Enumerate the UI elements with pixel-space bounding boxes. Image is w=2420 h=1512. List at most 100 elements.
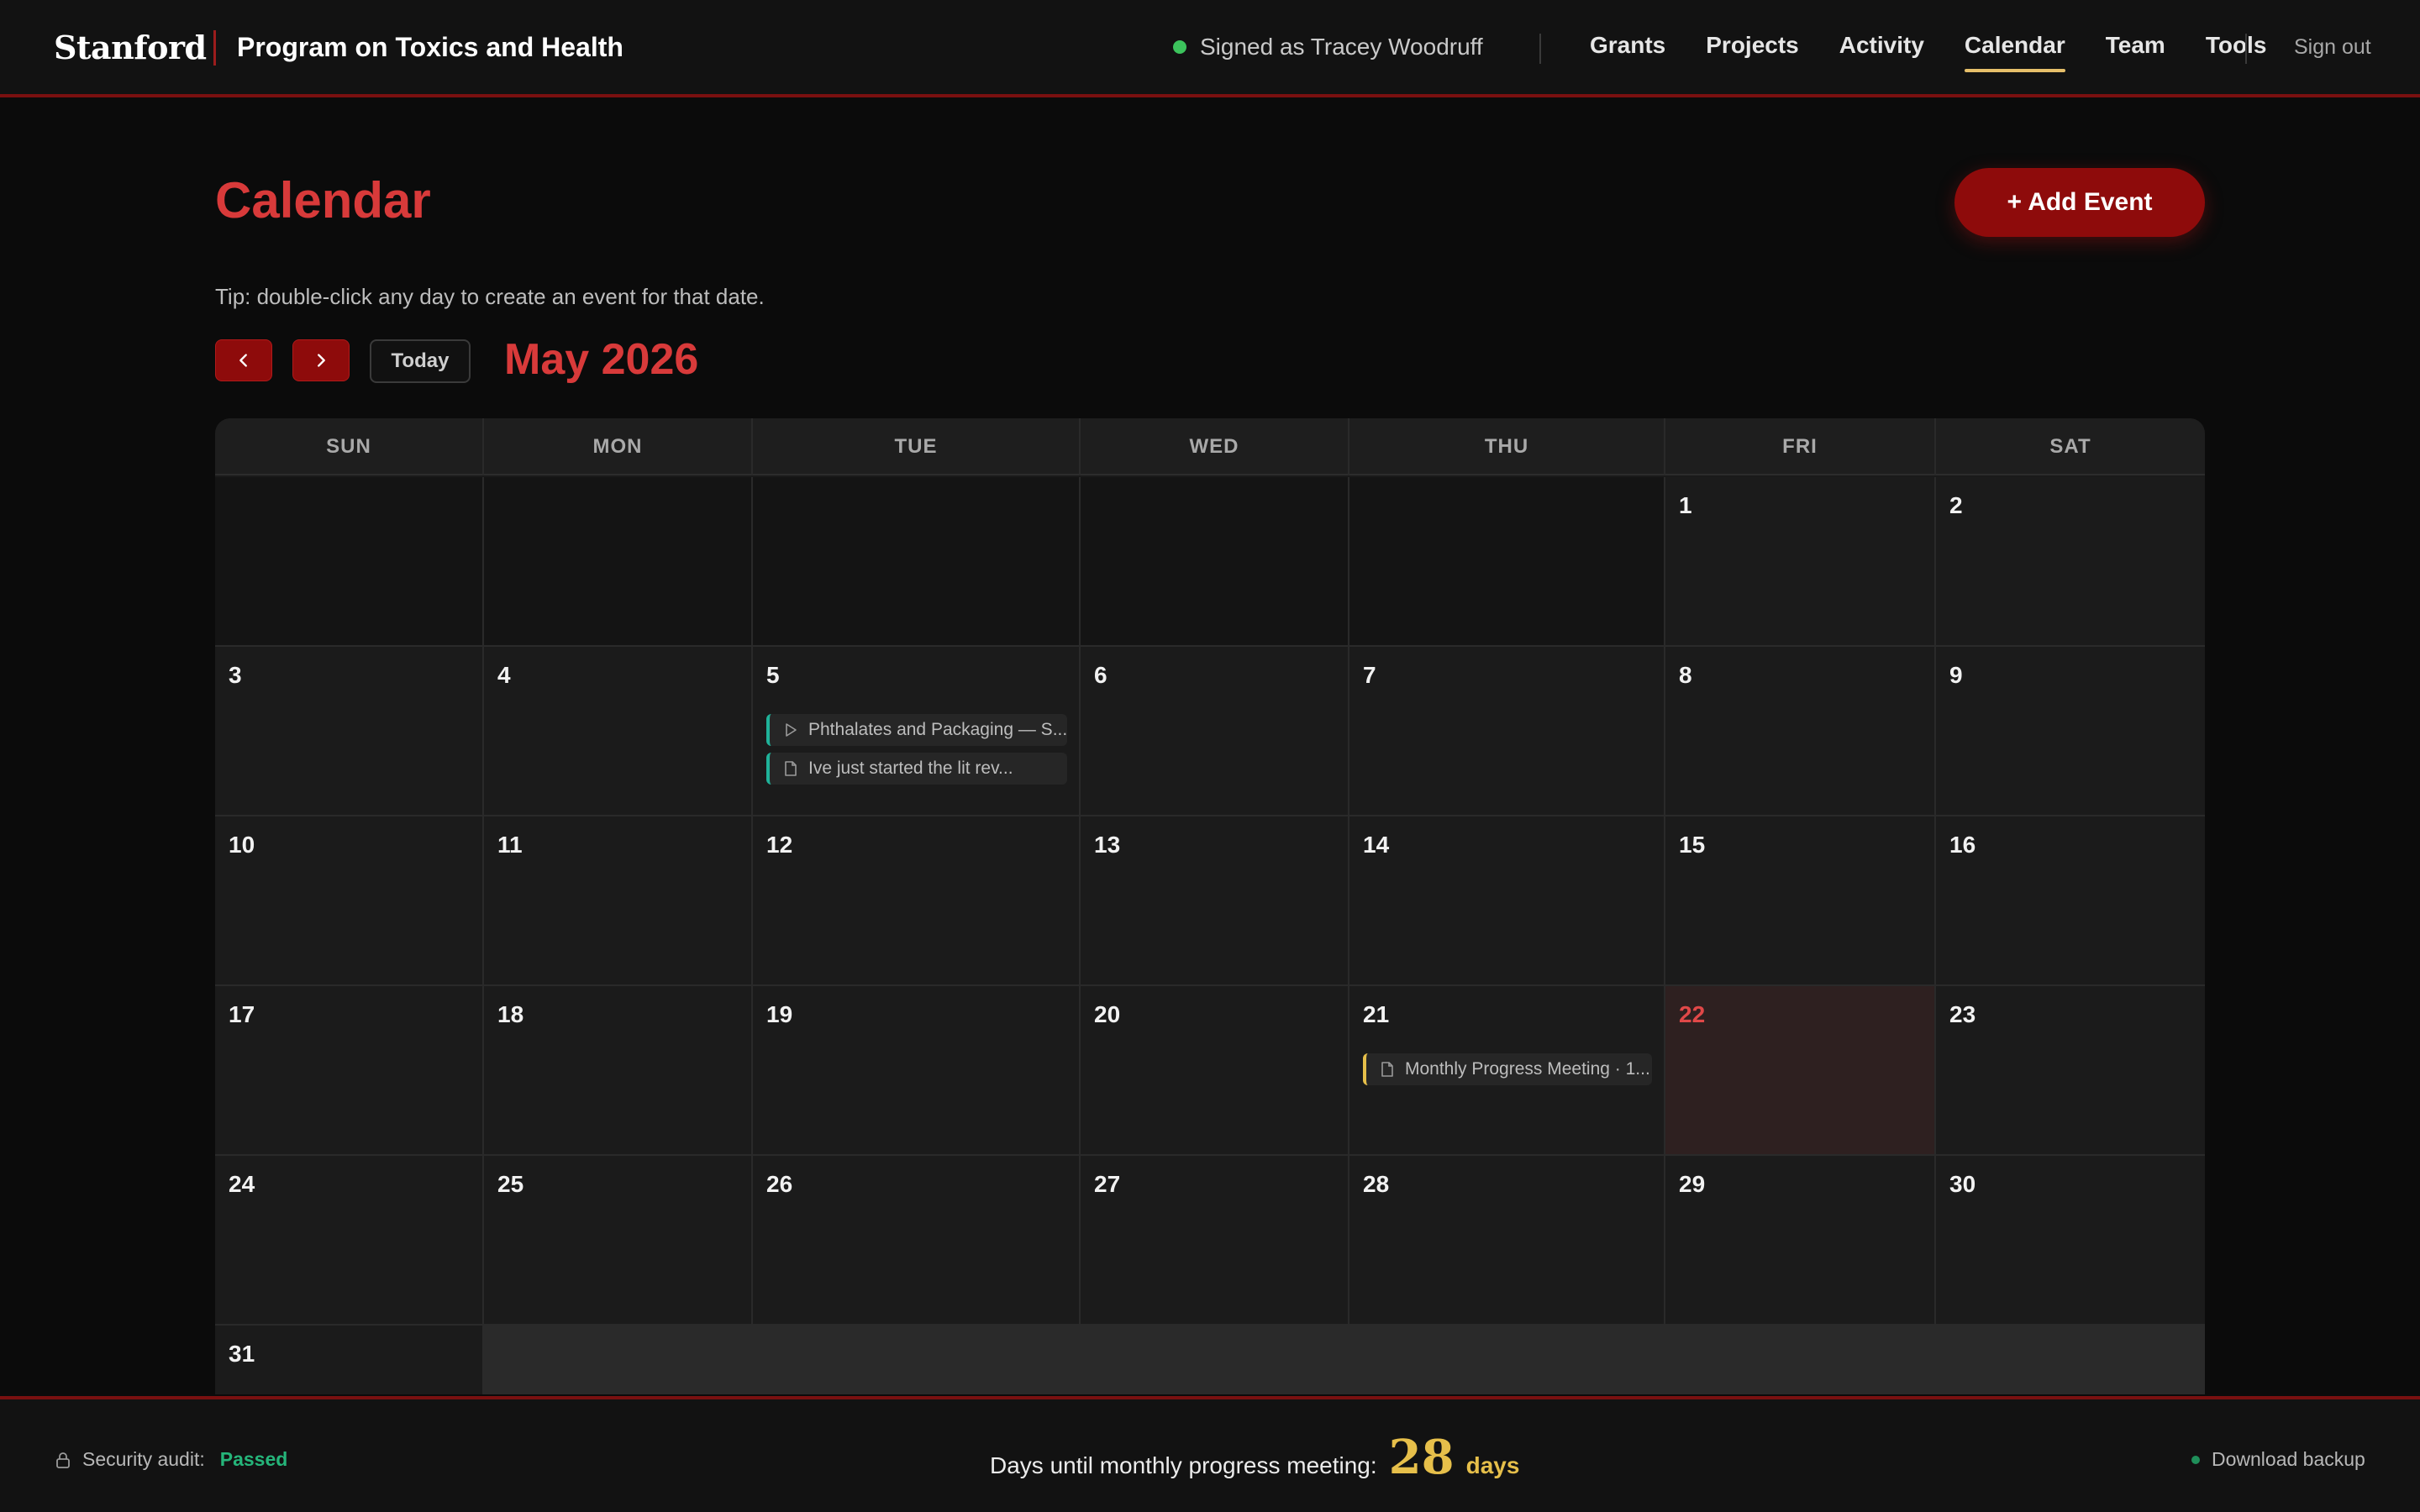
- document-icon: [785, 761, 797, 776]
- nav-item-grants[interactable]: Grants: [1590, 32, 1665, 72]
- today-button[interactable]: Today: [370, 339, 471, 383]
- day-number: 19: [766, 1001, 793, 1027]
- security-audit-status: Passed: [219, 1448, 288, 1470]
- day-number: 25: [497, 1171, 524, 1197]
- day-number: 30: [1949, 1171, 1976, 1197]
- calendar-day-29[interactable]: 29: [1665, 1156, 1936, 1326]
- event-title: Phthalates and Packaging — S...: [808, 720, 1067, 739]
- calendar-day-24[interactable]: 24: [215, 1156, 484, 1326]
- calendar-day-14[interactable]: 14: [1349, 816, 1665, 986]
- calendar-day-17[interactable]: 17: [215, 986, 484, 1156]
- chevron-right-icon: [318, 354, 325, 367]
- day-number: 20: [1094, 1001, 1121, 1027]
- nav-item-activity[interactable]: Activity: [1839, 32, 1924, 72]
- day-number: 16: [1949, 832, 1976, 858]
- day-number: 15: [1679, 832, 1706, 858]
- calendar-day-19[interactable]: 19: [753, 986, 1081, 1156]
- calendar-day-20[interactable]: 20: [1081, 986, 1349, 1156]
- calendar-day-15[interactable]: 15: [1665, 816, 1936, 986]
- calendar-day-3[interactable]: 3: [215, 647, 484, 816]
- calendar-day-27[interactable]: 27: [1081, 1156, 1349, 1326]
- weekday-header-tue: TUE: [753, 418, 1081, 475]
- calendar-day-28[interactable]: 28: [1349, 1156, 1665, 1326]
- day-number: 23: [1949, 1001, 1976, 1027]
- day-number: 11: [497, 832, 523, 858]
- header-divider: [2245, 34, 2247, 64]
- brand-divider: [213, 30, 216, 66]
- calendar-day-5[interactable]: 5 Phthalates and Packaging — S... Ive just…: [753, 647, 1081, 816]
- sign-out-link[interactable]: Sign out: [2294, 35, 2371, 60]
- day-number: 6: [1094, 662, 1107, 688]
- calendar-day-12[interactable]: 12: [753, 816, 1081, 986]
- lock-icon: [56, 1452, 70, 1468]
- nav-item-team[interactable]: Team: [2106, 32, 2165, 72]
- calendar-day-26[interactable]: 26: [753, 1156, 1081, 1326]
- day-number: 21: [1363, 1001, 1390, 1027]
- countdown-value: 28: [1388, 1430, 1455, 1485]
- next-month-button[interactable]: [292, 339, 350, 381]
- calendar-day-9[interactable]: 9: [1936, 647, 2205, 816]
- calendar-day-30[interactable]: 30: [1936, 1156, 2205, 1326]
- calendar-event[interactable]: Phthalates and Packaging — S...: [766, 714, 1067, 746]
- calendar-event[interactable]: Monthly Progress Meeting · 1...: [1363, 1053, 1652, 1085]
- footer-bar: Security audit: Passed Days until monthl…: [0, 1396, 2420, 1512]
- calendar-event[interactable]: Ive just started the lit rev...: [766, 753, 1067, 785]
- event-title: Monthly Progress Meeting · 1...: [1405, 1059, 1650, 1079]
- calendar-day-25[interactable]: 25: [484, 1156, 753, 1326]
- day-number: 7: [1363, 662, 1376, 688]
- add-event-button[interactable]: + Add Event: [1954, 168, 2205, 237]
- day-number: 28: [1363, 1171, 1390, 1197]
- calendar-day-4[interactable]: 4: [484, 647, 753, 816]
- day-number: 1: [1679, 492, 1692, 518]
- day-number: 31: [229, 1341, 255, 1367]
- countdown-unit: days: [1465, 1452, 1520, 1478]
- day-number: 4: [497, 662, 511, 688]
- calendar-day-31[interactable]: 31: [215, 1326, 484, 1394]
- calendar-day-1[interactable]: 1: [1665, 477, 1936, 647]
- calendar-trailing-filler: [484, 1326, 2205, 1394]
- day-number: 5: [766, 662, 780, 688]
- nav-item-tools[interactable]: Tools: [2206, 32, 2267, 72]
- stanford-logo[interactable]: Stanford: [54, 29, 207, 66]
- day-number: 29: [1679, 1171, 1706, 1197]
- calendar-day-23[interactable]: 23: [1936, 986, 2205, 1156]
- weekday-header-mon: MON: [484, 418, 753, 475]
- calendar-day-11[interactable]: 11: [484, 816, 753, 986]
- calendar-day-16[interactable]: 16: [1936, 816, 2205, 986]
- calendar-empty-cell: [1081, 477, 1349, 647]
- meeting-countdown: Days until monthly progress meeting: 28 …: [990, 1430, 1519, 1485]
- calendar-empty-cell: [215, 477, 484, 647]
- day-number: 9: [1949, 662, 1963, 688]
- day-number: 2: [1949, 492, 1963, 518]
- calendar-day-18[interactable]: 18: [484, 986, 753, 1156]
- calendar-grid: SUN MON TUE WED THU FRI SAT 1 2 3 4 5 Phthalates an…: [215, 418, 2205, 1394]
- security-audit-label: Security audit:: [82, 1448, 205, 1470]
- play-icon: [786, 723, 797, 737]
- calendar-day-8[interactable]: 8: [1665, 647, 1936, 816]
- calendar-day-2[interactable]: 2: [1936, 477, 2205, 647]
- day-number: 12: [766, 832, 793, 858]
- calendar-day-22[interactable]: 22: [1665, 986, 1936, 1156]
- calendar-day-7[interactable]: 7: [1349, 647, 1665, 816]
- calendar-day-21[interactable]: 21 Monthly Progress Meeting · 1...: [1349, 986, 1665, 1156]
- weekday-header-sat: SAT: [2049, 435, 2091, 458]
- nav-item-projects[interactable]: Projects: [1706, 32, 1799, 72]
- signed-in-label: Signed as Tracey Woodruff: [1200, 34, 1483, 60]
- backup-status-dot: [2191, 1455, 2200, 1464]
- nav-item-calendar[interactable]: Calendar: [1964, 32, 2065, 72]
- day-number: 14: [1363, 832, 1390, 858]
- previous-month-button[interactable]: [215, 339, 272, 381]
- calendar-empty-cell: [753, 477, 1081, 647]
- weekday-header-sun: SUN: [215, 418, 484, 475]
- download-backup-link[interactable]: Download backup: [2191, 1448, 2365, 1471]
- document-icon: [1381, 1062, 1393, 1077]
- calendar-day-13[interactable]: 13: [1081, 816, 1349, 986]
- day-number: 27: [1094, 1171, 1121, 1197]
- chevron-left-icon: [239, 354, 247, 367]
- calendar-day-6[interactable]: 6: [1081, 647, 1349, 816]
- calendar-empty-cell: [1349, 477, 1665, 647]
- calendar-day-10[interactable]: 10: [215, 816, 484, 986]
- day-number: 3: [229, 662, 242, 688]
- weekday-header-fri: FRI: [1665, 418, 1936, 475]
- day-number: 24: [229, 1171, 255, 1197]
